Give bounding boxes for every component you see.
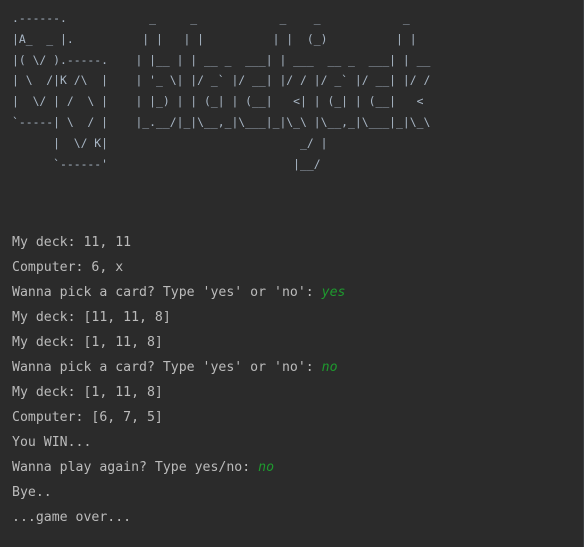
console-text: My deck: 11, 11 [12, 235, 132, 250]
console-line: Bye.. [12, 480, 572, 505]
blackjack-ascii-logo: .------. _ _ _ _ _ |A_ _ |. | | | | | | … [12, 11, 431, 171]
console-text: ...game over... [12, 510, 132, 525]
console-text: My deck: [11, 11, 8] [12, 310, 171, 325]
console-line: My deck: [11, 11, 8] [12, 305, 572, 330]
console-text: Wanna play again? Type yes/no: [12, 460, 259, 475]
console-text: Bye.. [12, 485, 52, 500]
console-text: Computer: 6, x [12, 260, 124, 275]
console-line: You WIN... [12, 430, 572, 455]
console-text: Wanna pick a card? Type 'yes' or 'no': [12, 360, 322, 375]
console-line: ...game over... [12, 505, 572, 530]
terminal-output-panel[interactable]: .------. _ _ _ _ _ |A_ _ |. | | | | | | … [0, 0, 584, 547]
console-line: My deck: 11, 11 [12, 230, 572, 255]
console-text: Wanna pick a card? Type 'yes' or 'no': [12, 285, 322, 300]
console-line: My deck: [1, 11, 8] [12, 330, 572, 355]
console-line: Computer: 6, x [12, 255, 572, 280]
console-text: Computer: [6, 7, 5] [12, 410, 163, 425]
user-input-text: no [321, 360, 338, 375]
console-text: My deck: [1, 11, 8] [12, 335, 163, 350]
console-text: You WIN... [12, 435, 92, 450]
console-line: Wanna pick a card? Type 'yes' or 'no': y… [12, 280, 572, 305]
console-output: My deck: 11, 11 Computer: 6, x Wanna pic… [12, 230, 572, 530]
console-line: My deck: [1, 11, 8] [12, 380, 572, 405]
user-input-text: no [258, 460, 275, 475]
user-input-text: yes [321, 285, 346, 300]
console-text: My deck: [1, 11, 8] [12, 385, 163, 400]
console-line: Wanna pick a card? Type 'yes' or 'no': n… [12, 355, 572, 380]
console-line: Wanna play again? Type yes/no: no [12, 455, 572, 480]
console-line: Computer: [6, 7, 5] [12, 405, 572, 430]
